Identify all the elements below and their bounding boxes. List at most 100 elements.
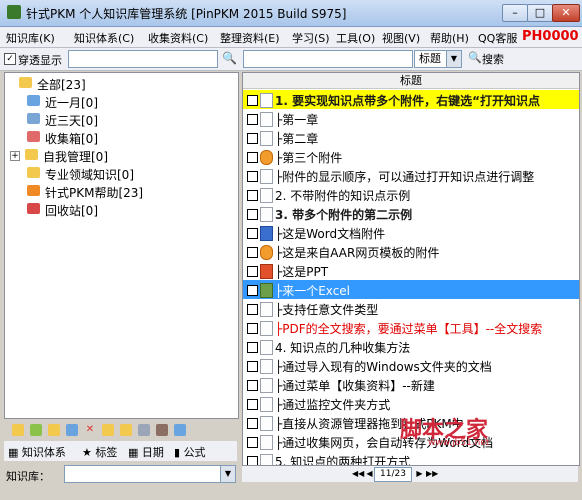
list-row[interactable]: 2. 不带附件的知识点示例: [243, 185, 579, 204]
list-row[interactable]: 4. 知识点的几种收集方法: [243, 337, 579, 356]
list-row[interactable]: 1. 要实现知识点带多个附件，右键选“打开知识点: [243, 90, 579, 109]
row-checkbox[interactable]: [247, 437, 258, 448]
delete-icon[interactable]: ✕: [84, 424, 96, 436]
row-checkbox[interactable]: [247, 323, 258, 334]
row-title: 2. 不带附件的知识点示例: [275, 189, 411, 203]
row-title: ├通过导入现有的Windows文件夹的文档: [275, 360, 492, 374]
edit-folder-icon[interactable]: [48, 424, 60, 436]
list-row[interactable]: ├附件的显示顺序，可以通过打开知识点进行调整: [243, 166, 579, 185]
list-row[interactable]: ├第一章: [243, 109, 579, 128]
rss-icon: [27, 185, 40, 196]
knowledge-base-select[interactable]: ▼: [64, 465, 236, 483]
properties-icon[interactable]: [66, 424, 78, 436]
row-checkbox[interactable]: [247, 133, 258, 144]
list-row[interactable]: 3. 带多个附件的第二示例: [243, 204, 579, 223]
row-checkbox[interactable]: [247, 95, 258, 106]
list-row[interactable]: ├支持任意文件类型: [243, 299, 579, 318]
category-tree: 全部[23] 近一月[0] 近三天[0] 收集箱[0] + 自我管理[0] 专业…: [4, 72, 239, 419]
row-checkbox[interactable]: [247, 361, 258, 372]
list-row[interactable]: ├通过监控文件夹方式: [243, 394, 579, 413]
penetrate-display-checkbox[interactable]: ✓: [4, 53, 16, 65]
tab-tags[interactable]: ★ 标签: [82, 444, 117, 460]
row-checkbox[interactable]: [247, 247, 258, 258]
tree-filter-input[interactable]: [68, 50, 218, 68]
tab-formula[interactable]: ▮ 公式: [174, 444, 206, 460]
menu-study[interactable]: 学习(S): [292, 30, 330, 46]
menu-organize[interactable]: 整理资料(E): [220, 30, 280, 46]
maximize-button[interactable]: □: [527, 4, 553, 22]
search-field-value: 标题: [419, 52, 441, 65]
row-checkbox[interactable]: [247, 456, 258, 465]
document-icon: [260, 321, 273, 336]
row-title: ├支持任意文件类型: [275, 303, 379, 317]
column-header-title[interactable]: 标题: [243, 73, 579, 89]
title-bar: 针式PKM 个人知识库管理系统 [PinPKM 2015 Build S975]…: [0, 0, 582, 27]
window-title: 针式PKM 个人知识库管理系统 [PinPKM 2015 Build S975]: [26, 7, 347, 21]
list-row[interactable]: ├PDF的全文搜索，要通过菜单【工具】--全文搜索: [243, 318, 579, 337]
mail-icon[interactable]: [174, 424, 186, 436]
row-checkbox[interactable]: [247, 152, 258, 163]
move-down-icon[interactable]: [120, 424, 132, 436]
row-title: ├附件的显示顺序，可以通过打开知识点进行调整: [275, 170, 535, 184]
move-up-icon[interactable]: [102, 424, 114, 436]
page-indicator[interactable]: 11/23: [374, 467, 412, 482]
import-icon[interactable]: [156, 424, 168, 436]
search-field-select[interactable]: 标题 ▼: [414, 50, 462, 68]
menu-bar: 知识库(K) 知识体系(C) 收集资料(C) 整理资料(E) 学习(S) 工具(…: [0, 27, 582, 48]
list-row[interactable]: ├这是来自AAR网页模板的附件: [243, 242, 579, 261]
list-row[interactable]: 5. 知识点的两种打开方式: [243, 451, 579, 465]
document-icon: [260, 131, 273, 146]
row-checkbox[interactable]: [247, 418, 258, 429]
menu-view[interactable]: 视图(V): [382, 30, 420, 46]
new-folder-icon[interactable]: [12, 424, 24, 436]
list-row[interactable]: ├第三个附件: [243, 147, 579, 166]
menu-knowledge-base[interactable]: 知识库(K): [6, 30, 55, 46]
search-input[interactable]: [243, 50, 413, 68]
row-checkbox[interactable]: [247, 190, 258, 201]
row-checkbox[interactable]: [247, 266, 258, 277]
list-row[interactable]: ├通过菜单【收集资料】--新建: [243, 375, 579, 394]
document-icon: [260, 188, 273, 203]
menu-collect[interactable]: 收集资料(C): [148, 30, 208, 46]
add-subfolder-icon[interactable]: [30, 424, 42, 436]
first-page-button[interactable]: ◀◀: [352, 467, 364, 480]
list-row[interactable]: ├通过导入现有的Windows文件夹的文档: [243, 356, 579, 375]
close-button[interactable]: ✕: [552, 4, 580, 22]
list-row[interactable]: ├这是PPT: [243, 261, 579, 280]
row-title: ├这是来自AAR网页模板的附件: [275, 246, 440, 260]
list-row[interactable]: ├第二章: [243, 128, 579, 147]
row-title: ├通过监控文件夹方式: [275, 398, 391, 412]
row-checkbox[interactable]: [247, 171, 258, 182]
document-icon: [260, 93, 273, 108]
row-title: ├PDF的全文搜索，要通过菜单【工具】--全文搜索: [275, 322, 543, 336]
tab-knowledge-system[interactable]: ▦ 知识体系: [8, 444, 66, 460]
list-row[interactable]: ├这是Word文档附件: [243, 223, 579, 242]
row-checkbox[interactable]: [247, 114, 258, 125]
next-page-button[interactable]: ▶: [414, 467, 425, 480]
menu-help[interactable]: 帮助(H): [430, 30, 469, 46]
expand-icon[interactable]: +: [10, 151, 20, 161]
export-icon[interactable]: [138, 424, 150, 436]
tab-date[interactable]: ▦ 日期: [128, 444, 164, 460]
row-checkbox[interactable]: [247, 399, 258, 410]
row-checkbox[interactable]: [247, 228, 258, 239]
row-checkbox[interactable]: [247, 304, 258, 315]
row-checkbox[interactable]: [247, 209, 258, 220]
list-row[interactable]: ✓ ├来一个Excel: [243, 280, 579, 299]
pager: ◀◀ ◀ 11/23 ▶ ▶▶: [242, 466, 578, 482]
row-title: ├这是Word文档附件: [275, 227, 386, 241]
document-icon: [260, 435, 273, 450]
menu-tools[interactable]: 工具(O): [336, 30, 375, 46]
app-icon: [7, 5, 21, 19]
inbox-icon: [27, 131, 40, 142]
row-checkbox[interactable]: ✓: [247, 285, 258, 296]
row-checkbox[interactable]: [247, 380, 258, 391]
last-page-button[interactable]: ▶▶: [426, 467, 438, 480]
menu-qq-service[interactable]: QQ客服: [478, 30, 517, 46]
minimize-button[interactable]: –: [502, 4, 528, 22]
search-icon[interactable]: 🔍: [222, 51, 237, 65]
row-title: 3. 带多个附件的第二示例: [275, 208, 413, 222]
calendar-icon: [27, 95, 40, 106]
menu-knowledge-system[interactable]: 知识体系(C): [74, 30, 134, 46]
row-checkbox[interactable]: [247, 342, 258, 353]
